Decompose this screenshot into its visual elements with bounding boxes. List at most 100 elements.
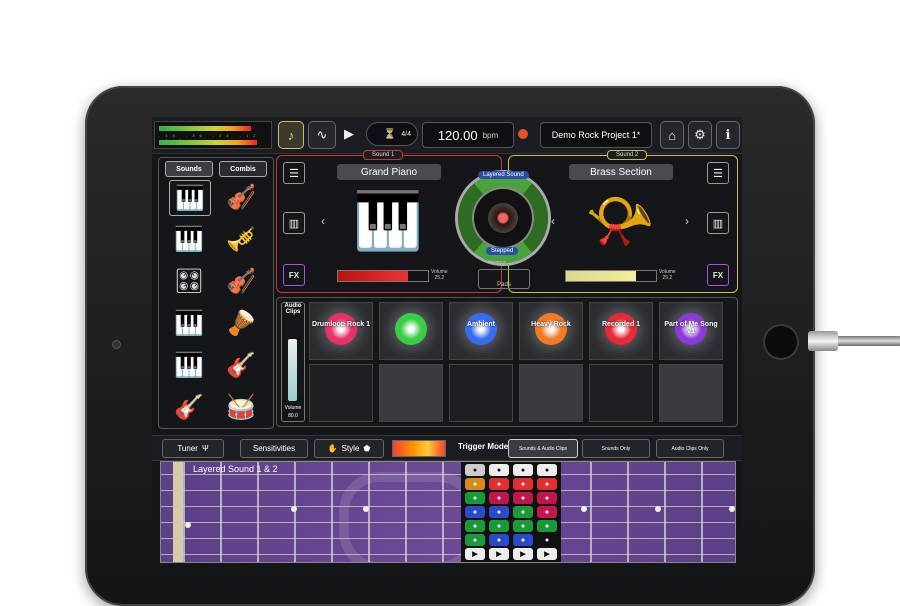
home-button[interactable] [765,326,797,358]
sound2-next-arrow[interactable]: › [685,214,689,228]
empty-clip-slot[interactable] [589,364,653,422]
trigger-cell[interactable]: ● [537,464,557,476]
trigger-grid[interactable]: ● ● ● ● ● ● ● ● ● ● ● ● ● ● ● ● ● ● ● ● ● ● ● ● ▶ ▶ ▶ ▶ [461,462,561,562]
fret-wire [220,462,222,562]
trigger-cell[interactable]: ● [537,506,557,518]
audio-clips-volume-slider[interactable] [288,339,297,401]
trigger-cell[interactable]: ● [465,534,485,546]
synth-icon[interactable]: 🎹 [169,306,209,340]
violin-icon[interactable]: 🎻 [221,180,261,214]
electric-guitar-icon[interactable]: 🎸 [221,348,261,382]
waveform-button[interactable]: ∿ [308,121,336,149]
trigger-cell[interactable]: ● [465,506,485,518]
info-button[interactable]: ℹ [716,121,740,149]
save-button[interactable]: ⌂ [660,121,684,149]
audio-clip-pad[interactable] [379,302,443,360]
sound2-name[interactable]: Brass Section [569,164,673,180]
style-button[interactable]: ✋ Style ⬟ [314,439,384,458]
audio-clip-pad[interactable]: Recorded 1 [589,302,653,360]
trigger-cell[interactable]: ● [513,534,533,546]
trigger-cell[interactable]: ● [513,520,533,532]
sound1-prev-arrow[interactable]: ‹ [321,214,325,228]
sound1-volume-slider[interactable] [337,270,429,282]
layer-dial[interactable]: Layered Sound Stepped Pitchbend [458,171,548,264]
metronome-control[interactable]: ⏳ 4/4 [366,122,418,146]
trigger-cell[interactable]: ● [465,478,485,490]
grand-piano-icon[interactable]: 🎹 [169,180,211,216]
sensitivities-button[interactable]: Sensitivities [240,439,308,458]
acoustic-guitar-icon[interactable]: 🎸 [169,390,209,424]
sliders-icon: ☰ [289,167,299,180]
organ-icon[interactable]: 🎛 [169,264,209,298]
trigger-cell[interactable]: ● [513,492,533,504]
empty-clip-slot[interactable] [309,364,373,422]
trigger-cell[interactable]: ● [489,520,509,532]
strings-icon[interactable]: 🎻 [221,264,261,298]
project-name[interactable]: Demo Rock Project 1* [540,122,652,148]
music-note-button[interactable]: ♪ [278,121,304,149]
audio-clip-pad[interactable]: Part of Me Song v1 [659,302,723,360]
trigger-cell[interactable]: ● [489,492,509,504]
trigger-cell[interactable]: ● [465,520,485,532]
trigger-cell[interactable]: ▶ [537,548,557,560]
brass-icon[interactable]: 🎺 [221,222,261,256]
sound2-keyboard-button[interactable]: ▥ [707,212,729,234]
sound1-keyboard-button[interactable]: ▥ [283,212,305,234]
empty-clip-slot[interactable] [659,364,723,422]
audio-clips-volume[interactable]: Audio Clips Volume 80.0 [281,302,305,422]
mode-audio-clips-only[interactable]: Audio Clips Only [656,439,724,458]
trigger-cell[interactable]: ● [537,520,557,532]
empty-clip-slot[interactable] [519,364,583,422]
guitar-string [161,490,735,491]
audio-clip-title: Drumloop Rock 1 [312,321,370,328]
trigger-cell[interactable]: ● [489,464,509,476]
app-screen: -48 -36 -24 -12 -6 0 ♪ ∿ ▶ ⏳ 4/4 120.00 … [152,117,742,572]
guitar-string [161,554,735,555]
settings-button[interactable]: ⚙ [688,121,712,149]
tuner-button[interactable]: Tuner Ψ [162,439,224,458]
trigger-cell[interactable]: ● [489,478,509,490]
audio-clip-pad[interactable]: Ambient [449,302,513,360]
trigger-cell[interactable]: ▶ [489,548,509,560]
trigger-cell[interactable]: ▶ [465,548,485,560]
trigger-cell[interactable]: ● [465,464,485,476]
sound1-fx-button[interactable]: FX [283,264,305,286]
keyboard-icon[interactable]: 🎹 [169,348,209,382]
trigger-cell[interactable]: ● [537,492,557,504]
sound1-name[interactable]: Grand Piano [337,164,441,180]
sound2-prev-arrow[interactable]: ‹ [551,214,555,228]
trigger-cell[interactable]: ● [489,534,509,546]
pads-button[interactable]: Pads [478,269,530,289]
sound1-mixer-button[interactable]: ☰ [283,162,305,184]
mallets-icon[interactable]: 🪘 [221,306,261,340]
sound2-mixer-button[interactable]: ☰ [707,162,729,184]
mode-sounds-only[interactable]: Sounds Only [582,439,650,458]
trigger-cell[interactable]: ● [465,492,485,504]
empty-clip-slot[interactable] [449,364,513,422]
level-meter: -48 -36 -24 -12 -6 0 [154,121,272,149]
mode-sounds-audio-clips[interactable]: Sounds & Audio Clips [508,439,578,458]
trigger-cell[interactable]: ● [537,534,557,546]
trigger-cell[interactable]: ● [513,478,533,490]
trigger-cell[interactable]: ● [537,478,557,490]
trigger-cell[interactable]: ▶ [513,548,533,560]
tab-sounds[interactable]: Sounds [165,161,213,177]
audio-clip-pad[interactable]: Heavy Rock [519,302,583,360]
fretboard[interactable]: Layered Sound 1 & 2 ● ● ● ● ● ● ● ● ● ● ● ● ● ● ● ● ● ● ● ●… [160,461,736,563]
tab-combis[interactable]: Combis [219,161,267,177]
upright-piano-icon[interactable]: 🎹 [169,222,209,256]
empty-clip-slot[interactable] [379,364,443,422]
audio-clips-panel: Audio Clips Volume 80.0 Drumloop Rock 1 A… [276,297,738,427]
audio-clip-pad[interactable]: Drumloop Rock 1 [309,302,373,360]
tempo-display[interactable]: 120.00 bpm [422,122,514,148]
dial-center-knob[interactable] [488,203,518,233]
trigger-cell[interactable]: ● [513,506,533,518]
record-button[interactable] [518,129,528,139]
bpm-value: 120.00 [437,127,478,143]
sound2-fx-button[interactable]: FX [707,264,729,286]
drums-icon[interactable]: 🥁 [221,390,261,424]
trigger-cell[interactable]: ● [489,506,509,518]
trigger-cell[interactable]: ● [513,464,533,476]
sound2-volume-slider[interactable] [565,270,657,282]
play-button[interactable]: ▶ [340,121,358,147]
